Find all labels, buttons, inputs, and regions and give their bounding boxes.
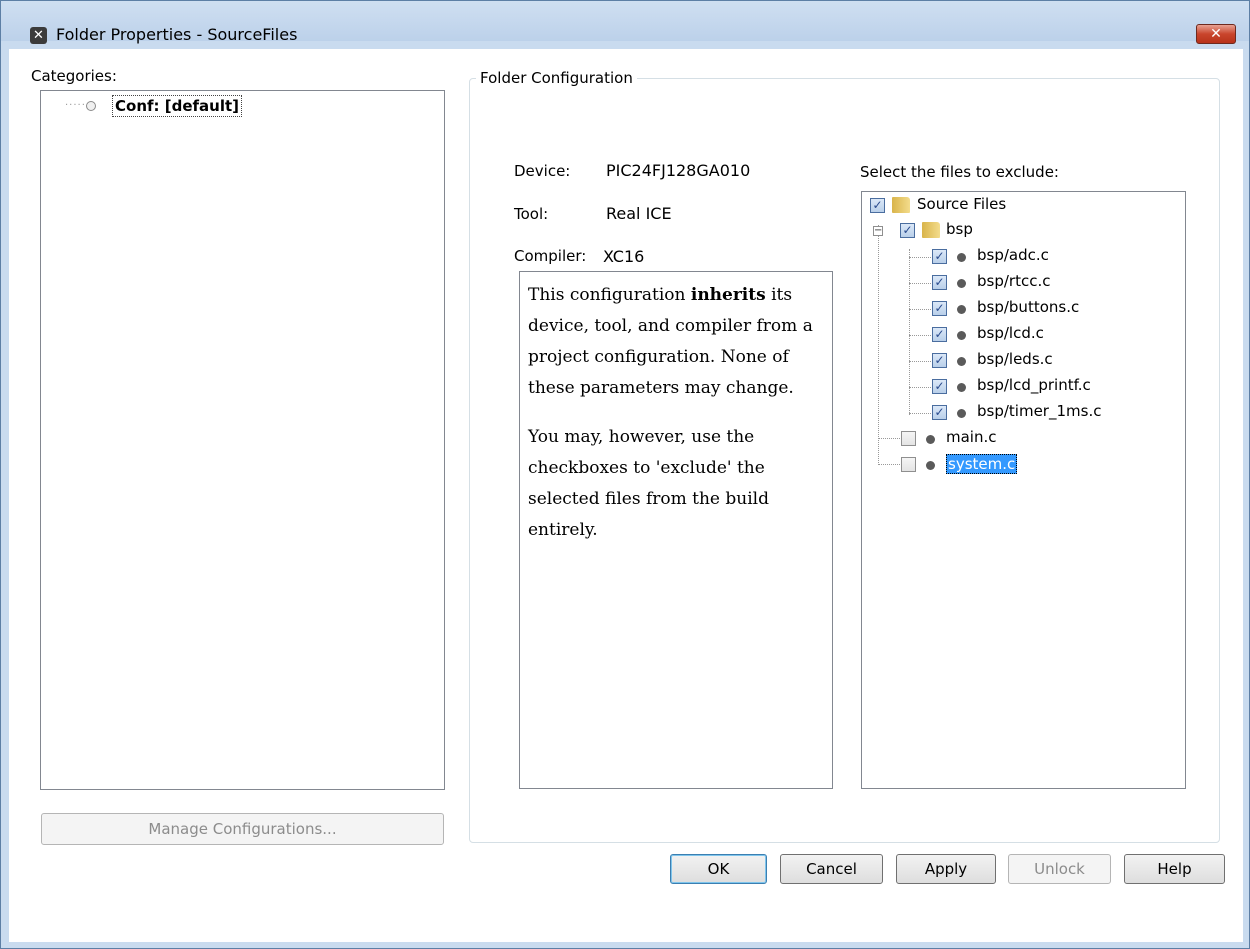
dialog-window: ✕ Folder Properties - SourceFiles ✕ Cate… bbox=[0, 0, 1250, 949]
tree-item-bsp[interactable]: bsp bbox=[946, 220, 973, 238]
folder-configuration-legend: Folder Configuration bbox=[476, 69, 637, 87]
tree-connector bbox=[909, 387, 931, 388]
checkbox-bsp-leds[interactable]: ✓ bbox=[932, 353, 947, 368]
tree-connector bbox=[878, 225, 879, 463]
tool-value: Real ICE bbox=[606, 204, 672, 223]
device-label: Device: bbox=[514, 162, 571, 180]
close-button[interactable]: ✕ bbox=[1196, 24, 1236, 44]
source-file-icon bbox=[957, 383, 966, 392]
categories-label: Categories: bbox=[31, 67, 117, 85]
source-file-icon bbox=[957, 357, 966, 366]
tree-item-main-c[interactable]: main.c bbox=[946, 428, 997, 446]
tree-connector bbox=[909, 283, 931, 284]
title-bar[interactable]: ✕ Folder Properties - SourceFiles ✕ bbox=[1, 1, 1249, 44]
tree-connector bbox=[909, 335, 931, 336]
tree-item-bsp-lcd-printf[interactable]: bsp/lcd_printf.c bbox=[977, 376, 1091, 394]
checkbox-bsp-rtcc[interactable]: ✓ bbox=[932, 275, 947, 290]
checkbox-source-files[interactable]: ✓ bbox=[870, 198, 885, 213]
close-icon: ✕ bbox=[1210, 26, 1222, 42]
tree-connector bbox=[909, 413, 931, 414]
dialog-content: Categories: ······· Conf: [default] Mana… bbox=[9, 49, 1243, 942]
tree-item-bsp-buttons[interactable]: bsp/buttons.c bbox=[977, 298, 1079, 316]
tree-item-bsp-adc[interactable]: bsp/adc.c bbox=[977, 246, 1049, 264]
source-file-icon bbox=[957, 305, 966, 314]
checkbox-system-c[interactable] bbox=[901, 457, 916, 472]
tree-connector bbox=[909, 249, 910, 415]
folder-icon bbox=[892, 197, 910, 213]
checkbox-bsp[interactable]: ✓ bbox=[900, 223, 915, 238]
info-paragraph-2: You may, however, use the checkboxes to … bbox=[528, 427, 769, 540]
apply-button[interactable]: Apply bbox=[896, 854, 996, 884]
source-file-icon bbox=[957, 409, 966, 418]
ok-button[interactable]: OK bbox=[670, 854, 767, 884]
tree-connector bbox=[909, 361, 931, 362]
tree-item-bsp-rtcc[interactable]: bsp/rtcc.c bbox=[977, 272, 1050, 290]
checkbox-bsp-timer-1ms[interactable]: ✓ bbox=[932, 405, 947, 420]
compiler-value: XC16 bbox=[603, 247, 645, 266]
collapse-icon[interactable]: − bbox=[873, 226, 883, 236]
checkbox-bsp-lcd[interactable]: ✓ bbox=[932, 327, 947, 342]
app-icon: ✕ bbox=[30, 27, 47, 44]
tree-item-bsp-leds[interactable]: bsp/leds.c bbox=[977, 350, 1053, 368]
exclude-files-tree[interactable]: ✓ Source Files − ✓ bsp ✓ bsp/adc.c ✓ bsp… bbox=[861, 191, 1186, 789]
source-file-icon bbox=[957, 331, 966, 340]
source-file-icon bbox=[926, 461, 935, 470]
compiler-label: Compiler: bbox=[514, 247, 587, 265]
checkbox-bsp-adc[interactable]: ✓ bbox=[932, 249, 947, 264]
tree-item-source-files[interactable]: Source Files bbox=[917, 195, 1006, 213]
tree-connector bbox=[909, 257, 931, 258]
help-button[interactable]: Help bbox=[1124, 854, 1225, 884]
tree-connector bbox=[909, 309, 931, 310]
categories-tree[interactable]: ······· Conf: [default] bbox=[40, 90, 445, 790]
tree-item-bsp-lcd[interactable]: bsp/lcd.c bbox=[977, 324, 1044, 342]
tool-label: Tool: bbox=[514, 205, 549, 223]
source-file-icon bbox=[926, 435, 935, 444]
tree-connector bbox=[878, 438, 900, 439]
info-paragraph-1: This configuration inherits its device, … bbox=[528, 285, 813, 398]
source-file-icon bbox=[957, 253, 966, 262]
inheritance-info-text: This configuration inherits its device, … bbox=[519, 271, 833, 789]
exclude-files-label: Select the files to exclude: bbox=[860, 163, 1059, 181]
checkbox-bsp-buttons[interactable]: ✓ bbox=[932, 301, 947, 316]
category-item-conf-default[interactable]: Conf: [default] bbox=[112, 95, 242, 117]
node-icon bbox=[86, 101, 96, 111]
checkbox-bsp-lcd-printf[interactable]: ✓ bbox=[932, 379, 947, 394]
manage-configurations-button[interactable]: Manage Configurations... bbox=[41, 813, 444, 845]
tree-connector bbox=[878, 464, 900, 465]
unlock-button[interactable]: Unlock bbox=[1008, 854, 1111, 884]
device-value: PIC24FJ128GA010 bbox=[606, 161, 751, 180]
tree-item-bsp-timer-1ms[interactable]: bsp/timer_1ms.c bbox=[977, 402, 1101, 420]
source-file-icon bbox=[957, 279, 966, 288]
tree-item-system-c[interactable]: system.c bbox=[946, 454, 1018, 474]
checkbox-main-c[interactable] bbox=[901, 431, 916, 446]
cancel-button[interactable]: Cancel bbox=[780, 854, 883, 884]
window-title: Folder Properties - SourceFiles bbox=[56, 25, 298, 44]
folder-icon bbox=[922, 222, 940, 238]
